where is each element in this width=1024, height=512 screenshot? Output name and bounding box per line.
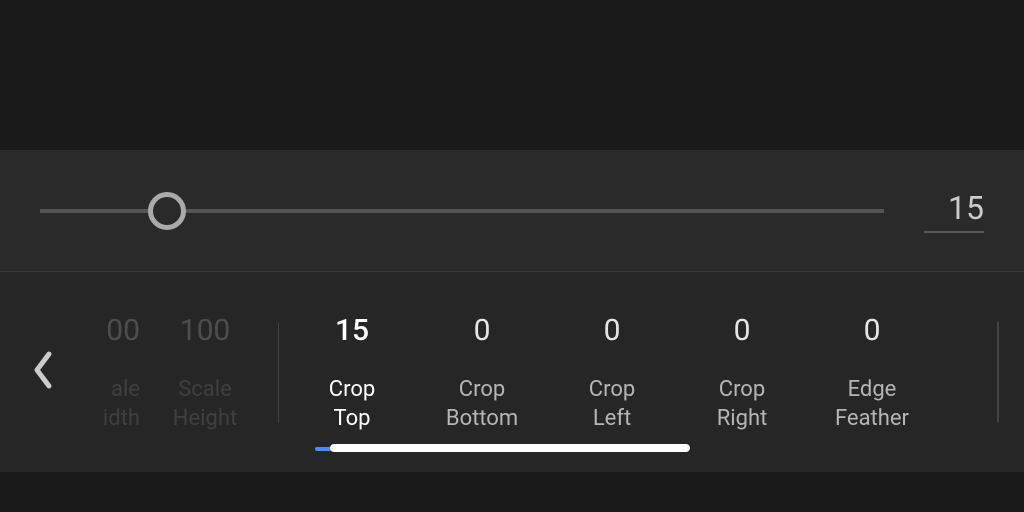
param-label: ale idth <box>60 376 140 433</box>
param-crop-bottom[interactable]: 0 Crop Bottom <box>417 313 547 433</box>
param-edge-feather[interactable]: 0 Edge Feather <box>807 313 937 433</box>
param-label: Edge Feather <box>835 376 909 433</box>
param-scale-height[interactable]: 100 Scale Height <box>140 313 270 433</box>
param-label: Crop Right <box>717 376 768 433</box>
param-value: 0 <box>734 313 751 348</box>
param-value: 00 <box>60 313 140 348</box>
param-scale-width[interactable]: 00 ale idth <box>60 313 140 433</box>
param-divider <box>278 323 279 423</box>
param-label: Scale Height <box>173 376 237 433</box>
params-row[interactable]: 00 ale idth 100 Scale Height 15 Crop Top… <box>0 293 1024 451</box>
slider-track[interactable] <box>40 209 884 213</box>
param-value: 0 <box>474 313 491 348</box>
slider-section: 15 <box>0 150 1024 272</box>
param-crop-left[interactable]: 0 Crop Left <box>547 313 677 433</box>
param-value: 100 <box>180 313 231 348</box>
slider-handle[interactable] <box>148 192 186 230</box>
param-label: Crop Top <box>329 376 375 433</box>
params-section: 00 ale idth 100 Scale Height 15 Crop Top… <box>0 272 1024 472</box>
param-value: 15 <box>335 313 369 348</box>
param-label: Crop Bottom <box>446 376 518 433</box>
param-value: 0 <box>604 313 621 348</box>
slider-value-input[interactable]: 15 <box>924 189 984 233</box>
chevron-left-icon <box>30 350 56 390</box>
param-label: Crop Left <box>589 376 635 433</box>
nav-back-button[interactable] <box>30 350 56 394</box>
param-value: 0 <box>864 313 881 348</box>
param-crop-right[interactable]: 0 Crop Right <box>677 313 807 433</box>
preview-area <box>0 0 1024 150</box>
home-indicator[interactable] <box>330 444 690 452</box>
right-edge-divider <box>997 322 999 422</box>
param-crop-top[interactable]: 15 Crop Top <box>287 313 417 451</box>
